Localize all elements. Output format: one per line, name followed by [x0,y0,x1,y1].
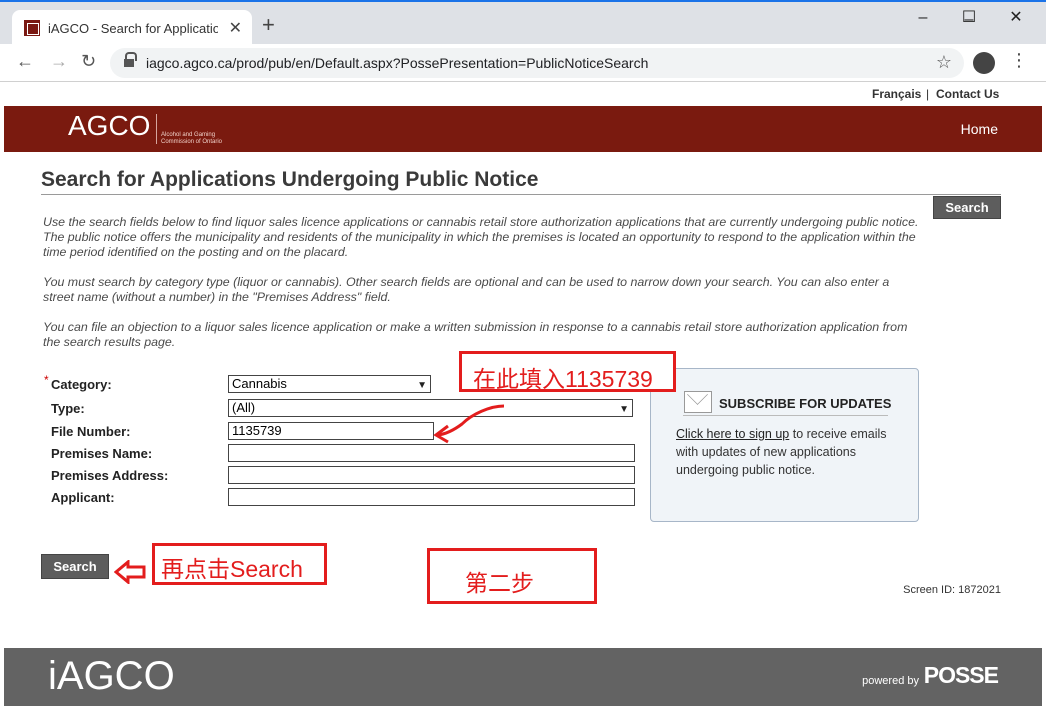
subscribe-text: Click here to sign up to receive emails … [676,425,896,479]
type-select[interactable]: (All) ▼ [228,399,633,417]
url-text: iagco.agco.ca/prod/pub/en/Default.aspx?P… [146,55,649,71]
footer: iAGCO powered by POSSE [4,648,1042,706]
link-separator: | [926,87,930,101]
annotation-click-search: 再点击Search [152,543,327,585]
contact-us-link[interactable]: Contact Us [936,87,999,101]
applicant-input[interactable] [228,488,635,506]
title-divider [41,194,1001,195]
annotation-step-two: 第二步 [427,548,597,604]
browser-tab-strip: iAGCO - Search for Applications U ✕ + – [0,0,1046,46]
file-number-label: File Number: [51,424,131,439]
intro-paragraph-2: You must search by category type (liquor… [43,275,890,304]
premises-address-label: Premises Address: [51,468,169,483]
search-button[interactable]: Search [41,554,109,579]
screen-id: Screen ID: 1872021 [903,584,1001,596]
browser-tab[interactable]: iAGCO - Search for Applications U ✕ [12,10,252,46]
home-link[interactable]: Home [961,121,998,137]
subscribe-title: SUBSCRIBE FOR UPDATES [719,396,892,411]
agco-favicon-icon [24,20,40,36]
new-tab-button[interactable]: + [262,14,275,36]
header-banner: AGCO Alcohol and Gaming Commission of On… [4,106,1042,152]
powered-by-text: powered by [862,675,919,687]
intro-paragraph-1: Use the search fields below to find liqu… [43,215,919,259]
logo-subtitle: Alcohol and Gaming Commission of Ontario [161,132,223,145]
close-tab-icon[interactable]: ✕ [229,18,242,38]
premises-name-label: Premises Name: [51,446,153,461]
annotation-step-two-text: 第二步 [465,570,534,596]
applicant-label: Applicant: [51,490,115,505]
category-selected-value: Cannabis [232,376,287,391]
bookmark-star-icon[interactable]: ☆ [936,52,952,73]
browser-toolbar: ← → ↻ iagco.agco.ca/prod/pub/en/Default.… [0,44,1046,82]
footer-iagco-logo: iAGCO [48,654,175,698]
category-label: Category: [51,377,112,392]
type-label: Type: [51,401,85,416]
logo-divider [156,114,157,144]
required-marker: * [44,373,49,387]
top-links: Français | Contact Us [0,84,1046,106]
profile-avatar-icon[interactable] [973,52,995,74]
back-arrow-icon[interactable]: ← [16,51,34,72]
subscribe-divider [683,415,888,416]
file-number-input[interactable]: 1135739 [228,422,434,440]
window-close-button[interactable]: ✕ [993,6,1039,30]
category-select[interactable]: Cannabis ▼ [228,375,431,393]
tab-title: iAGCO - Search for Applications U [48,21,218,36]
address-bar[interactable]: iagco.agco.ca/prod/pub/en/Default.aspx?P… [110,48,964,78]
subscribe-panel: SUBSCRIBE FOR UPDATES Click here to sign… [650,368,919,522]
posse-logo: POSSE [923,662,999,688]
annotation-arrow-to-search [114,560,146,584]
lock-icon [124,52,137,68]
window-maximize-button[interactable]: ☐ [946,6,992,30]
chevron-down-icon: ▼ [417,380,427,391]
premises-address-input[interactable] [228,466,635,484]
intro-paragraph-3: You can file an objection to a liquor sa… [43,320,908,349]
chevron-down-icon: ▼ [619,404,629,415]
forward-arrow-icon[interactable]: → [50,51,68,72]
agco-logo[interactable]: AGCO [68,110,150,142]
annotation-arrow-to-file-number [433,404,505,444]
reload-icon[interactable]: ↻ [81,51,96,72]
annotation-click-search-text: 再点击Search [161,556,303,582]
premises-name-input[interactable] [228,444,635,462]
page-title: Search for Applications Undergoing Publi… [41,168,539,191]
sign-up-link[interactable]: Click here to sign up [676,427,789,441]
type-selected-value: (All) [232,400,256,415]
browser-menu-icon[interactable]: ⋮ [1010,50,1028,71]
annotation-fill-here-text: 在此填入1135739 [473,366,653,392]
annotation-fill-here: 在此填入1135739 [459,351,676,392]
envelope-icon [684,391,712,413]
window-minimize-button[interactable]: – [900,6,946,30]
top-search-button[interactable]: Search [933,196,1001,219]
francais-link[interactable]: Français [872,87,921,101]
